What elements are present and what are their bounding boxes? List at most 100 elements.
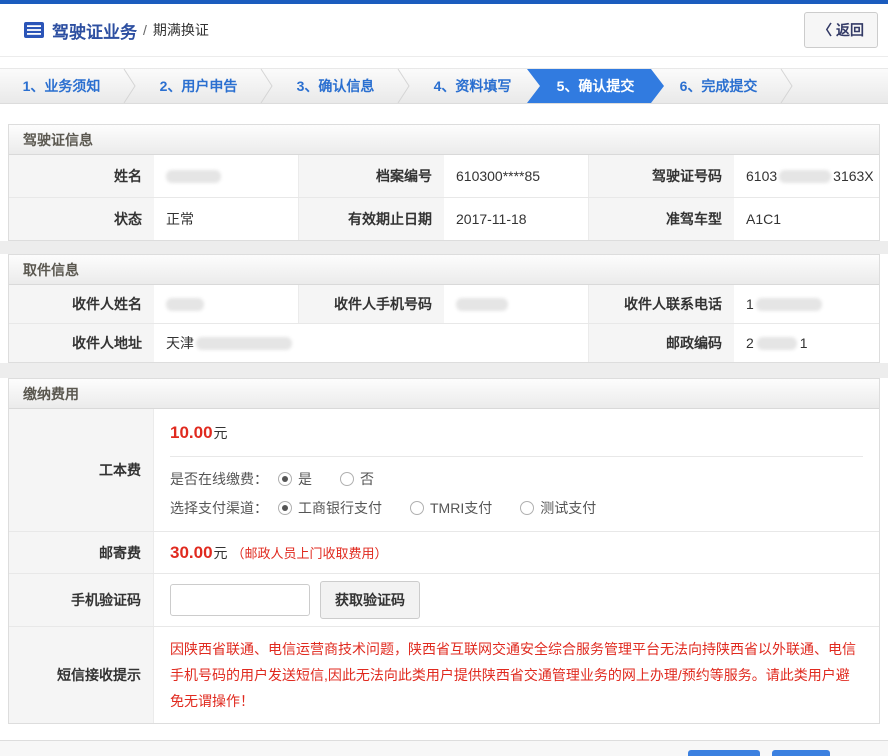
table-row: 状态 正常 有效期止日期 2017-11-18 准驾车型 A1C1	[9, 197, 879, 240]
stepper-filler	[794, 69, 888, 103]
payment-channel-question: 选择支付渠道：	[170, 498, 268, 518]
license-no-value: 61033163X	[734, 155, 879, 197]
vehicle-class-label: 准驾车型	[589, 198, 734, 240]
recipient-address-value: 天津	[154, 324, 589, 362]
card-fee-amount: 10.00	[170, 423, 213, 442]
mail-fee-amount: 30.00	[170, 543, 213, 563]
vehicle-class-value: A1C1	[734, 198, 879, 240]
online-payment-question: 是否在线缴费：	[170, 469, 268, 489]
footer-actions: 上一步 完成	[0, 740, 888, 756]
captcha-row: 手机验证码 获取验证码	[9, 573, 879, 626]
valid-until-label: 有效期止日期	[299, 198, 444, 240]
step-separator-icon	[397, 69, 411, 103]
status-value: 正常	[154, 198, 299, 240]
back-chevron-icon: 〈	[818, 20, 832, 40]
name-value	[154, 155, 299, 197]
license-info-section: 驾驶证信息 姓名 档案编号 610300****85 驾驶证号码 6103316…	[8, 124, 880, 241]
postal-code-label: 邮政编码	[589, 324, 734, 362]
sms-notice-text: 因陕西省联通、电信运营商技术问题，陕西省互联网交通安全综合服务管理平台无法向持陕…	[170, 636, 863, 714]
redacted-blob	[456, 298, 508, 311]
radio-unselected-icon[interactable]	[520, 501, 534, 515]
redacted-blob	[166, 298, 204, 311]
radio-selected-icon[interactable]	[278, 472, 292, 486]
card-fee-label: 工本费	[9, 409, 154, 531]
recipient-phone-label: 收件人联系电话	[589, 285, 734, 323]
get-captcha-button[interactable]: 获取验证码	[320, 581, 420, 619]
step-4: 4、资料填写	[411, 69, 534, 103]
page-title: 驾驶证业务	[52, 18, 137, 43]
recipient-phone-value: 1	[734, 285, 879, 323]
radio-unselected-icon[interactable]	[340, 472, 354, 486]
name-label: 姓名	[9, 155, 154, 197]
recipient-mobile-label: 收件人手机号码	[299, 285, 444, 323]
spacer	[0, 57, 888, 68]
table-row: 收件人姓名 收件人手机号码 收件人联系电话 1	[9, 285, 879, 323]
section-gap	[0, 363, 888, 378]
payment-title: 缴纳费用	[9, 379, 879, 409]
radio-selected-icon[interactable]	[278, 501, 292, 515]
page: 驾驶证业务 / 期满换证 〈 返回 1、业务须知 2、用户申告 3、确认信息 4…	[0, 0, 888, 756]
captcha-content: 获取验证码	[154, 574, 879, 626]
step-separator-icon	[260, 69, 274, 103]
step-1: 1、业务须知	[0, 69, 123, 103]
sms-notice-row: 短信接收提示 因陕西省联通、电信运营商技术问题，陕西省互联网交通安全综合服务管理…	[9, 626, 879, 723]
back-button-label: 返回	[836, 20, 864, 40]
online-payment-option-no[interactable]: 否	[340, 469, 374, 489]
previous-step-button[interactable]: 上一步	[688, 750, 760, 756]
page-header: 驾驶证业务 / 期满换证 〈 返回	[0, 4, 888, 57]
card-fee-row: 工本费 10.00元 是否在线缴费： 是 否 选择支付渠道： 工商银行支付 TM…	[9, 409, 879, 531]
license-no-label: 驾驶证号码	[589, 155, 734, 197]
valid-until-value: 2017-11-18	[444, 198, 589, 240]
license-info-title: 驾驶证信息	[9, 125, 879, 155]
finish-button[interactable]: 完成	[772, 750, 830, 756]
redacted-blob	[779, 170, 831, 183]
step-separator-icon	[780, 69, 794, 103]
online-payment-question-row: 是否在线缴费： 是 否	[170, 469, 863, 489]
mail-fee-note: （邮政人员上门收取费用）	[232, 543, 388, 562]
redacted-blob	[756, 298, 822, 311]
breadcrumb-current: 期满换证	[153, 20, 209, 40]
sms-code-input[interactable]	[170, 584, 310, 616]
redacted-blob	[166, 170, 221, 183]
file-no-label: 档案编号	[299, 155, 444, 197]
recipient-mobile-value	[444, 285, 589, 323]
sms-notice-content: 因陕西省联通、电信运营商技术问题，陕西省互联网交通安全综合服务管理平台无法向持陕…	[154, 627, 879, 723]
spacer	[0, 104, 888, 124]
online-payment-option-yes[interactable]: 是	[278, 469, 312, 489]
card-fee-amount-line: 10.00元	[170, 423, 863, 443]
section-gap	[0, 241, 888, 254]
sms-notice-label: 短信接收提示	[9, 627, 154, 723]
postal-code-value: 21	[734, 324, 879, 362]
step-5-active: 5、确认提交	[527, 69, 664, 103]
channel-option-icbc[interactable]: 工商银行支付	[278, 498, 382, 518]
channel-option-tmri[interactable]: TMRI支付	[410, 498, 492, 518]
breadcrumb-separator: /	[143, 22, 147, 38]
license-business-icon	[24, 22, 44, 38]
step-2: 2、用户申告	[137, 69, 260, 103]
captcha-label: 手机验证码	[9, 574, 154, 626]
payment-channel-question-row: 选择支付渠道： 工商银行支付 TMRI支付 测试支付	[170, 498, 863, 518]
mail-fee-unit: 元	[214, 543, 228, 563]
file-no-value: 610300****85	[444, 155, 589, 197]
recipient-name-value	[154, 285, 299, 323]
payment-section: 缴纳费用 工本费 10.00元 是否在线缴费： 是 否 选择支付渠道： 工商银行…	[8, 378, 880, 724]
radio-unselected-icon[interactable]	[410, 501, 424, 515]
pickup-info-section: 取件信息 收件人姓名 收件人手机号码 收件人联系电话 1 收件人地址 天津 邮政…	[8, 254, 880, 363]
divider	[170, 456, 863, 457]
status-label: 状态	[9, 198, 154, 240]
mail-fee-label: 邮寄费	[9, 532, 154, 573]
pickup-info-title: 取件信息	[9, 255, 879, 285]
step-6: 6、完成提交	[657, 69, 780, 103]
mail-fee-content: 30.00元 （邮政人员上门收取费用）	[154, 532, 879, 573]
recipient-name-label: 收件人姓名	[9, 285, 154, 323]
redacted-blob	[757, 337, 797, 350]
redacted-blob	[196, 337, 292, 350]
step-separator-icon	[123, 69, 137, 103]
step-3: 3、确认信息	[274, 69, 397, 103]
channel-option-test[interactable]: 测试支付	[520, 498, 596, 518]
recipient-address-label: 收件人地址	[9, 324, 154, 362]
card-fee-content: 10.00元 是否在线缴费： 是 否 选择支付渠道： 工商银行支付 TMRI支付…	[154, 409, 879, 531]
back-button[interactable]: 〈 返回	[804, 12, 878, 48]
card-fee-unit: 元	[214, 425, 228, 441]
mail-fee-row: 邮寄费 30.00元 （邮政人员上门收取费用）	[9, 531, 879, 573]
